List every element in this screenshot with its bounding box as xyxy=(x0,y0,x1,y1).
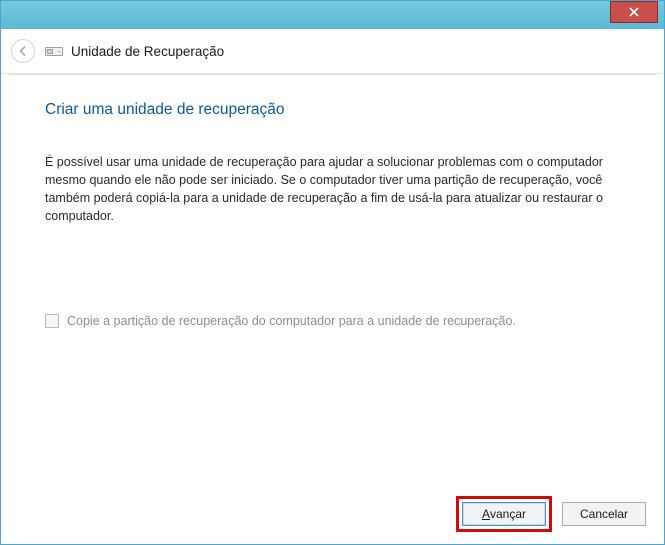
wizard-title: Unidade de Recuperação xyxy=(71,44,224,59)
next-button[interactable]: Avançar xyxy=(462,502,546,526)
drive-icon xyxy=(45,45,63,57)
page-title: Criar uma unidade de recuperação xyxy=(45,101,620,119)
cancel-button[interactable]: Cancelar xyxy=(562,502,646,526)
back-arrow-icon xyxy=(17,45,29,57)
close-icon xyxy=(629,7,639,17)
close-button[interactable] xyxy=(610,1,658,23)
tutorial-highlight: Avançar xyxy=(456,496,552,532)
next-button-mnemonic: A xyxy=(482,507,490,521)
wizard-content: Criar uma unidade de recuperação É possí… xyxy=(1,75,664,484)
titlebar xyxy=(1,1,664,29)
checkbox-box xyxy=(45,314,59,328)
wizard-footer: Avançar Cancelar xyxy=(1,484,664,544)
next-button-rest: vançar xyxy=(490,507,526,521)
copy-partition-checkbox: Copie a partição de recuperação do compu… xyxy=(45,314,620,328)
wizard-header: Unidade de Recuperação xyxy=(1,29,664,74)
back-button[interactable] xyxy=(11,39,35,63)
page-description: É possível usar uma unidade de recuperaç… xyxy=(45,153,605,226)
checkbox-label: Copie a partição de recuperação do compu… xyxy=(67,314,516,328)
recovery-drive-window: Unidade de Recuperação Criar uma unidade… xyxy=(0,0,665,545)
